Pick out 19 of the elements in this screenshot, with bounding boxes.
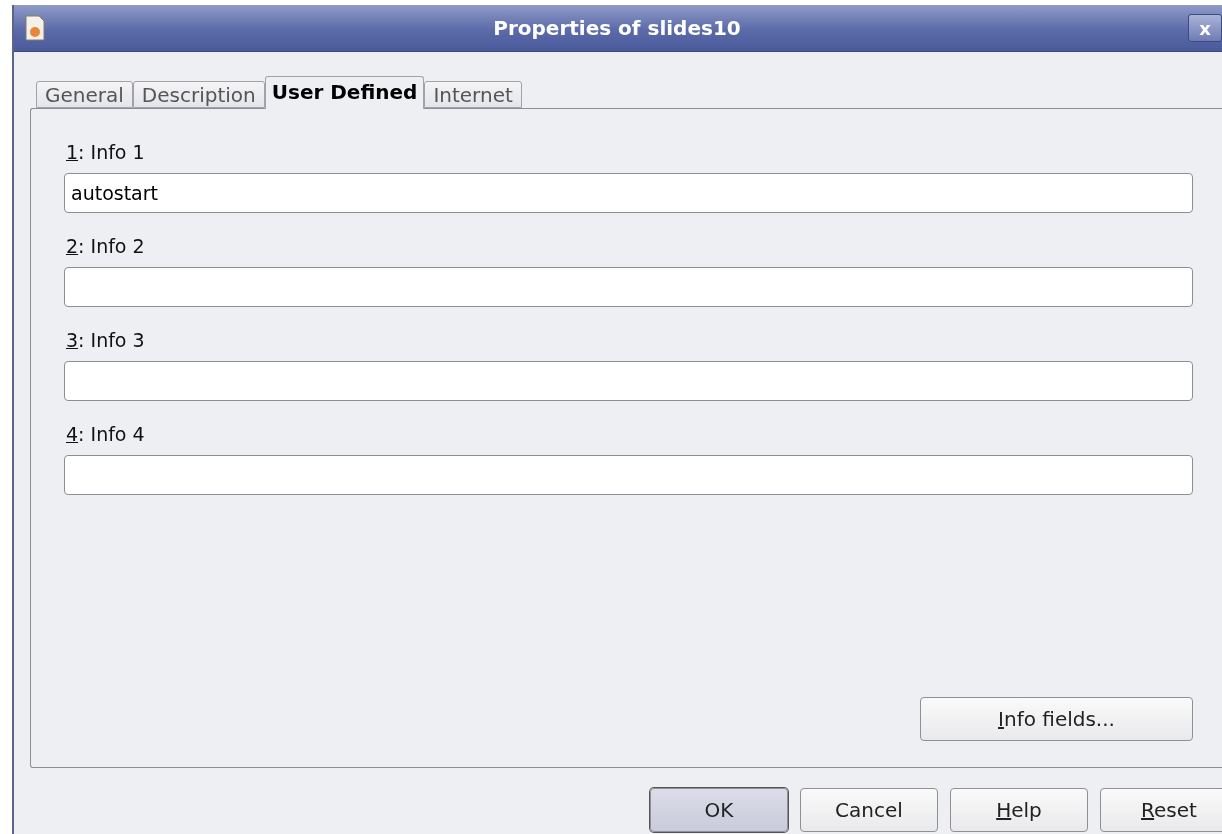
input-field[interactable] — [64, 267, 1193, 307]
window-title: Properties of slides10 — [492, 16, 742, 40]
input-field[interactable] — [64, 455, 1193, 495]
dialog-button[interactable]: Reset — [1100, 788, 1222, 832]
tab[interactable]: Internet — [424, 81, 522, 108]
field-label: 1: Info 1 — [66, 141, 146, 163]
tab[interactable]: General — [36, 81, 133, 108]
field-label: 3: Info 3 — [66, 329, 146, 351]
input-field[interactable] — [64, 361, 1193, 401]
field-label: 4: Info 4 — [66, 423, 146, 445]
dialog-button[interactable]: OK — [650, 788, 788, 832]
tab[interactable]: Description — [132, 81, 265, 108]
field-label: 2: Info 2 — [66, 235, 146, 257]
dialog-button[interactable]: Help — [950, 788, 1088, 832]
tab[interactable]: User Defined — [264, 76, 425, 109]
info-fields-button[interactable]: Info fields... — [920, 697, 1193, 741]
dialog-button[interactable]: Cancel — [800, 788, 938, 832]
input-field[interactable]: autostart — [64, 173, 1193, 213]
document-icon — [24, 15, 46, 41]
